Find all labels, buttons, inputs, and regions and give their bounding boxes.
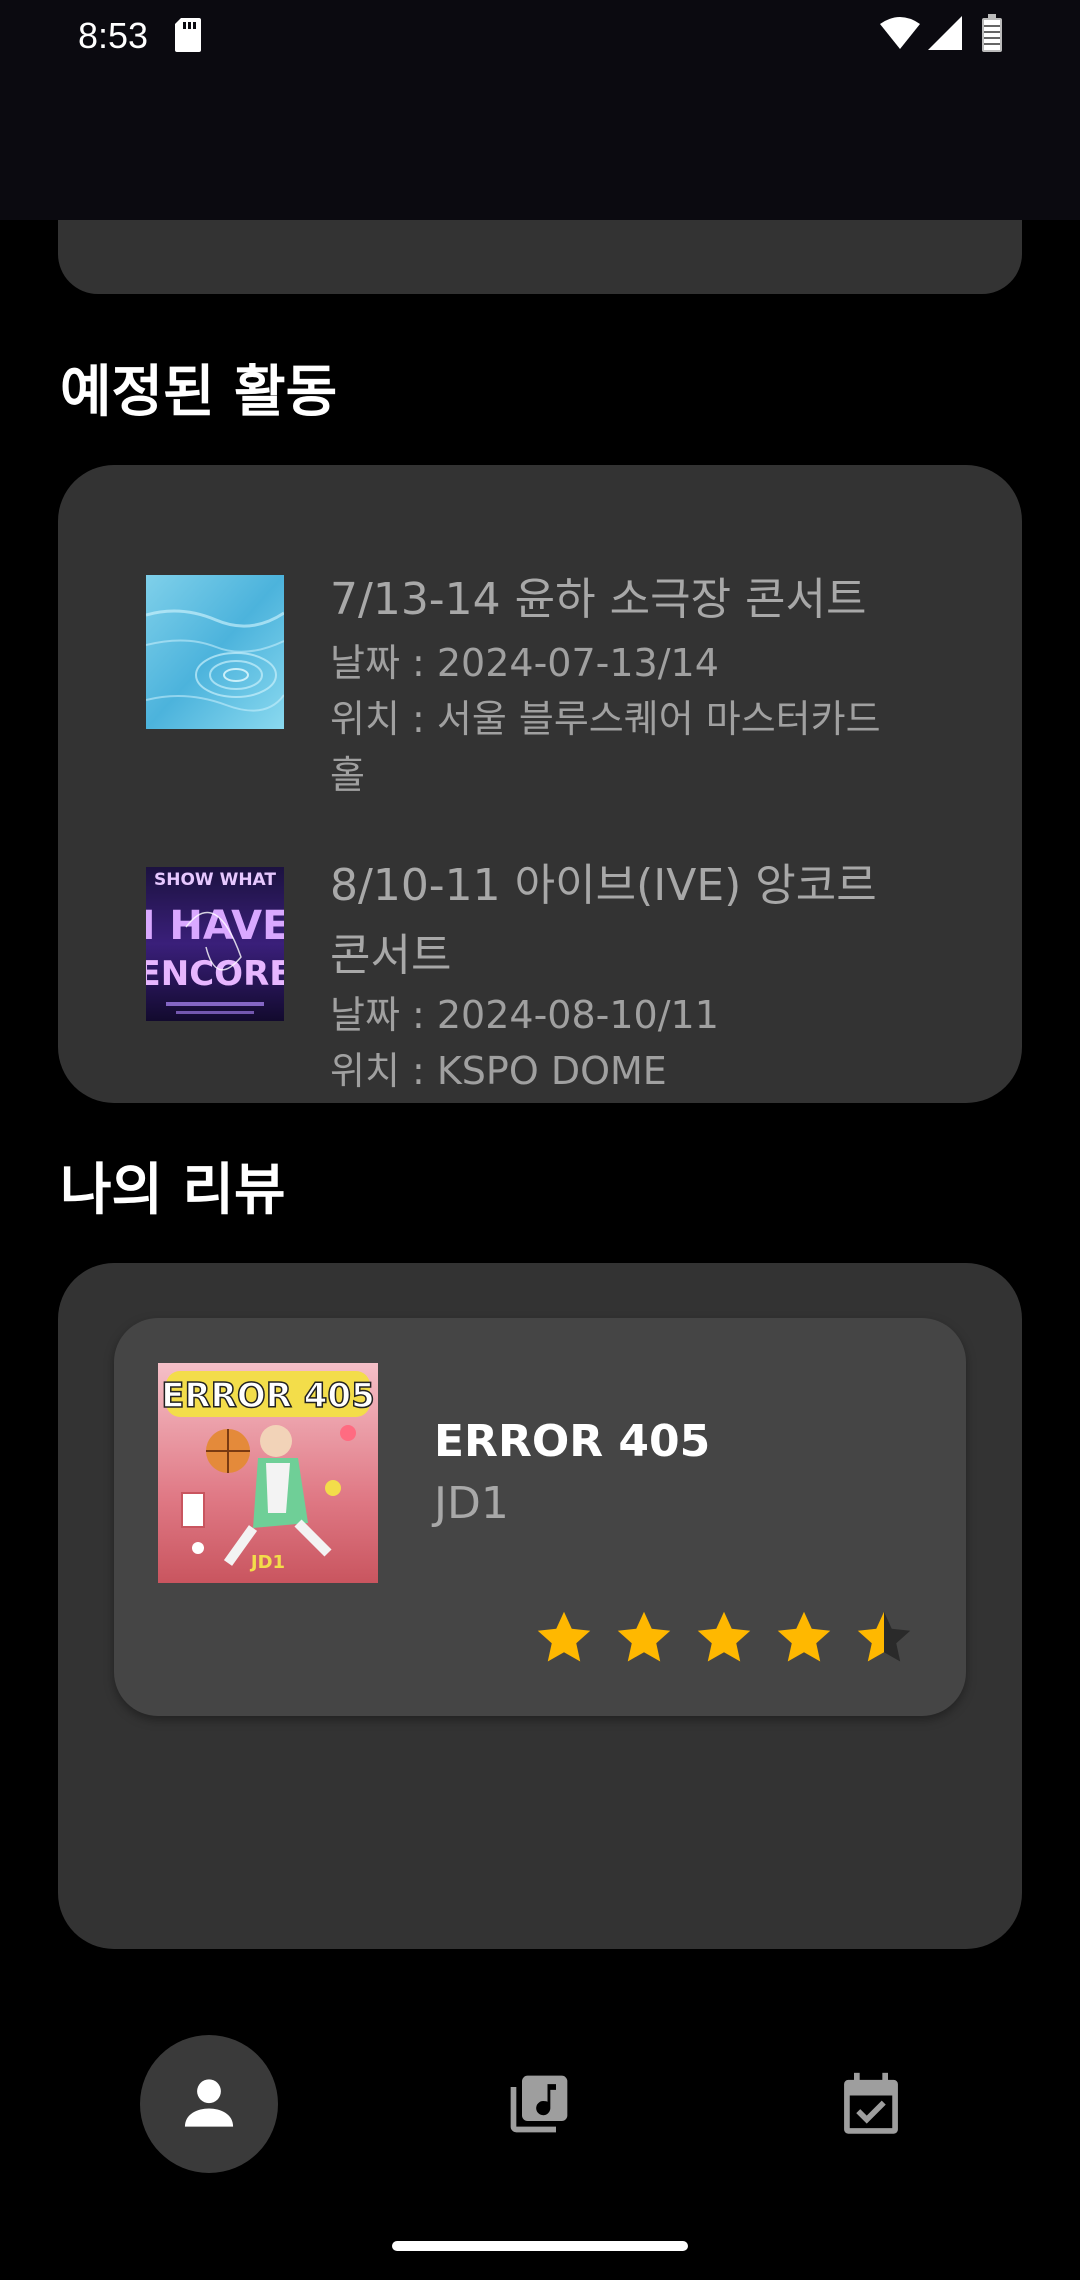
star-icon xyxy=(697,1611,751,1662)
star-icon xyxy=(777,1611,831,1662)
ive-poster-image: SHOW WHAT I HAVE ENCORE xyxy=(146,867,284,1021)
nav-profile[interactable] xyxy=(140,2035,278,2173)
status-time: 8:53 xyxy=(78,15,149,56)
rating-stars xyxy=(534,1608,914,1672)
status-bar: 8:53 xyxy=(0,0,1080,220)
star-icon xyxy=(617,1611,671,1662)
half-star-icon xyxy=(857,1611,911,1662)
event-location: 위치 : KSPO DOME xyxy=(330,1049,667,1093)
previous-section-card xyxy=(58,220,1022,294)
event-title: 7/13-14 윤하 소극장 콘서트 xyxy=(330,574,867,625)
svg-text:JD1: JD1 xyxy=(249,1552,285,1573)
review-album-title: ERROR 405 xyxy=(434,1416,711,1467)
reviews-card: ERROR 405 JD1 ERROR 405 JD1 xyxy=(58,1263,1022,1949)
poster-text-3: ENCORE xyxy=(146,954,284,994)
water-poster-image xyxy=(146,575,284,729)
home-indicator[interactable] xyxy=(392,2241,688,2251)
star-icon xyxy=(537,1611,591,1662)
nav-calendar[interactable] xyxy=(802,2035,940,2173)
event-date: 날짜 : 2024-07-13/14 xyxy=(330,641,719,685)
event-date: 날짜 : 2024-08-10/11 xyxy=(330,993,719,1037)
battery-icon xyxy=(982,14,1002,52)
bottom-navigation xyxy=(0,2010,1080,2210)
review-artist: JD1 xyxy=(434,1478,509,1529)
album-cover: ERROR 405 JD1 xyxy=(158,1363,378,1583)
event-title: 8/10-11 아이브(IVE) 앙코르 xyxy=(330,860,877,911)
event-poster: SHOW WHAT I HAVE ENCORE xyxy=(146,867,284,1021)
wifi-icon xyxy=(880,17,920,49)
calendar-check-icon xyxy=(844,2072,898,2134)
profile-icon xyxy=(184,2079,234,2127)
event-poster xyxy=(146,575,284,729)
nav-music-library[interactable] xyxy=(470,2035,608,2173)
album-cover-text: ERROR 405 xyxy=(161,1376,374,1416)
album-cover-image: ERROR 405 JD1 xyxy=(158,1363,378,1583)
upcoming-events-card: 7/13-14 윤하 소극장 콘서트 날짜 : 2024-07-13/14 위치… xyxy=(58,465,1022,1103)
poster-text-1: SHOW WHAT xyxy=(154,870,276,890)
reviews-section-title: 나의 리뷰 xyxy=(60,1158,286,1223)
upcoming-section-title: 예정된 활동 xyxy=(60,360,338,425)
event-location-continued: 홀 xyxy=(330,753,365,797)
signal-icon xyxy=(928,16,962,50)
event-location: 위치 : 서울 블루스퀘어 마스터카드 xyxy=(330,697,881,741)
sd-card-icon xyxy=(175,18,201,52)
event-title-continued: 콘서트 xyxy=(330,930,452,981)
poster-text-2: I HAVE xyxy=(146,903,284,949)
music-library-icon xyxy=(510,2075,568,2133)
review-item[interactable]: ERROR 405 JD1 ERROR 405 JD1 xyxy=(114,1318,966,1716)
